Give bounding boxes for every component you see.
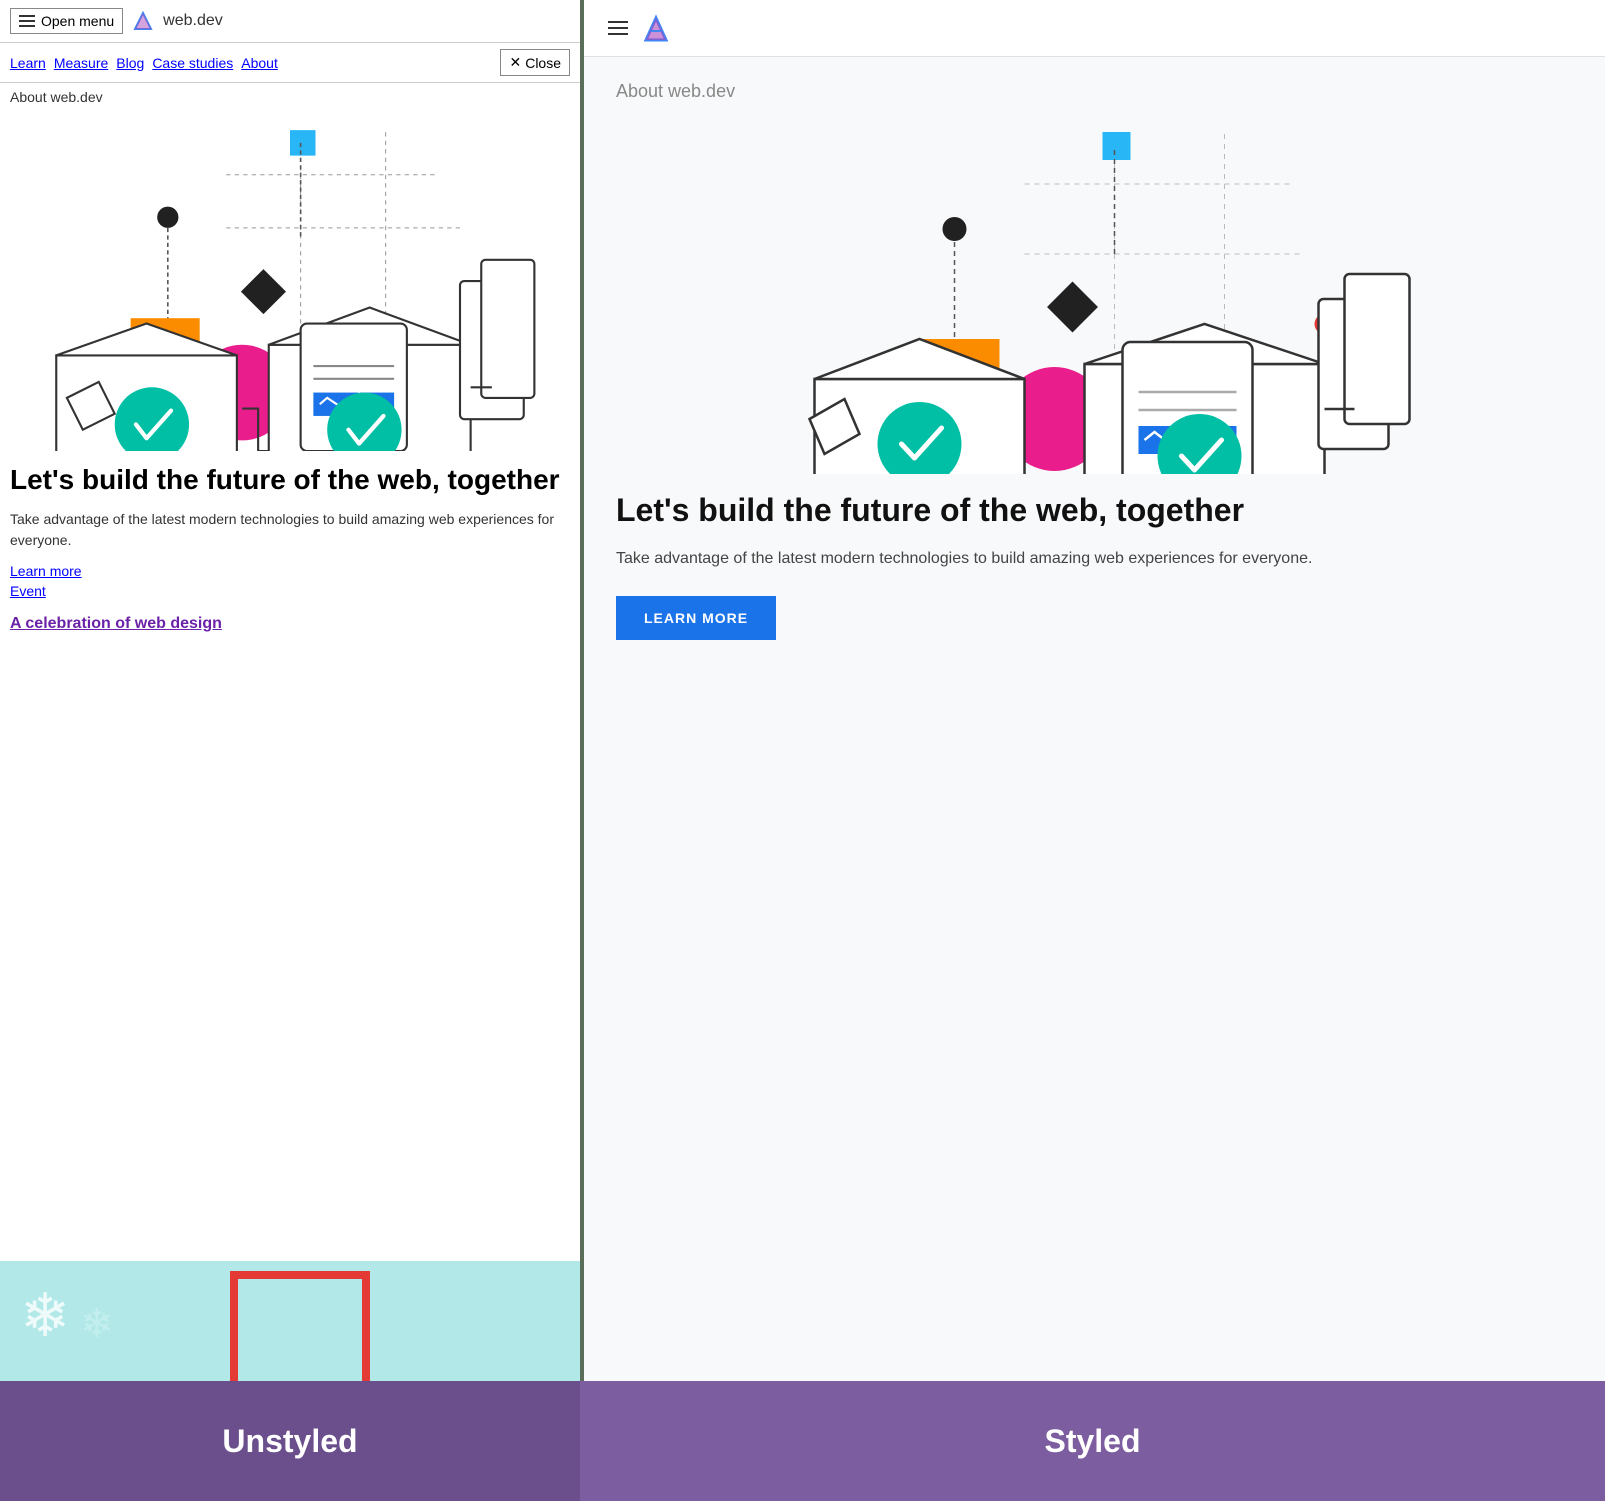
event-link[interactable]: Event (10, 583, 46, 599)
unstyled-content: Let's build the future of the web, toget… (0, 451, 580, 645)
celebration-link[interactable]: A celebration of web design (10, 615, 222, 632)
unstyled-nav: Learn Measure Blog Case studies About ✕ … (0, 43, 580, 83)
about-text-styled: About web.dev (584, 57, 1605, 114)
hero-title-styled: Let's build the future of the web, toget… (616, 490, 1573, 530)
hero-illustration-unstyled (0, 111, 580, 451)
celebration-link-wrapper: A celebration of web design (10, 615, 570, 633)
close-x-icon: ✕ (509, 54, 521, 71)
snowflake-icon: ❄ (20, 1281, 70, 1351)
hero-links-unstyled: Learn more Event (10, 563, 570, 601)
learn-more-link[interactable]: Learn more (10, 563, 82, 579)
logo-text-unstyled: web.dev (163, 12, 223, 30)
about-text-unstyled: About web.dev (0, 83, 580, 111)
snowflake-icon-2: ❄ (80, 1301, 114, 1347)
red-circle-decoration (230, 1271, 370, 1381)
hamburger-icon (19, 15, 35, 27)
learn-more-button[interactable]: LEARN MORE (616, 596, 776, 640)
menu-label: Open menu (41, 13, 114, 29)
nav-link-about[interactable]: About (241, 55, 278, 71)
hero-desc-unstyled: Take advantage of the latest modern tech… (10, 509, 570, 551)
close-label: Close (525, 55, 561, 71)
logo-icon-styled (640, 12, 672, 44)
styled-content: Let's build the future of the web, toget… (584, 474, 1605, 656)
nav-link-casestudies[interactable]: Case studies (152, 55, 233, 71)
hamburger-icon-styled[interactable] (608, 21, 628, 35)
hero-desc-styled: Take advantage of the latest modern tech… (616, 546, 1573, 572)
snow-teaser: ❄ ❄ (0, 1261, 580, 1381)
bottom-labels: Unstyled Styled (0, 1381, 1605, 1501)
logo-icon-unstyled (131, 9, 155, 33)
styled-label: Styled (580, 1381, 1605, 1501)
hero-illustration-styled (584, 114, 1605, 474)
styled-header (584, 0, 1605, 57)
close-button[interactable]: ✕ Close (500, 49, 570, 76)
unstyled-label: Unstyled (0, 1381, 580, 1501)
unstyled-panel: Open menu web.dev Learn Measure Blog Cas… (0, 0, 580, 1381)
nav-link-blog[interactable]: Blog (116, 55, 144, 71)
hero-title-unstyled: Let's build the future of the web, toget… (10, 463, 570, 497)
unstyled-header: Open menu web.dev (0, 0, 580, 43)
menu-button[interactable]: Open menu (10, 8, 123, 34)
styled-panel: About web.dev (584, 0, 1605, 1381)
nav-link-measure[interactable]: Measure (54, 55, 108, 71)
nav-link-learn[interactable]: Learn (10, 55, 46, 71)
